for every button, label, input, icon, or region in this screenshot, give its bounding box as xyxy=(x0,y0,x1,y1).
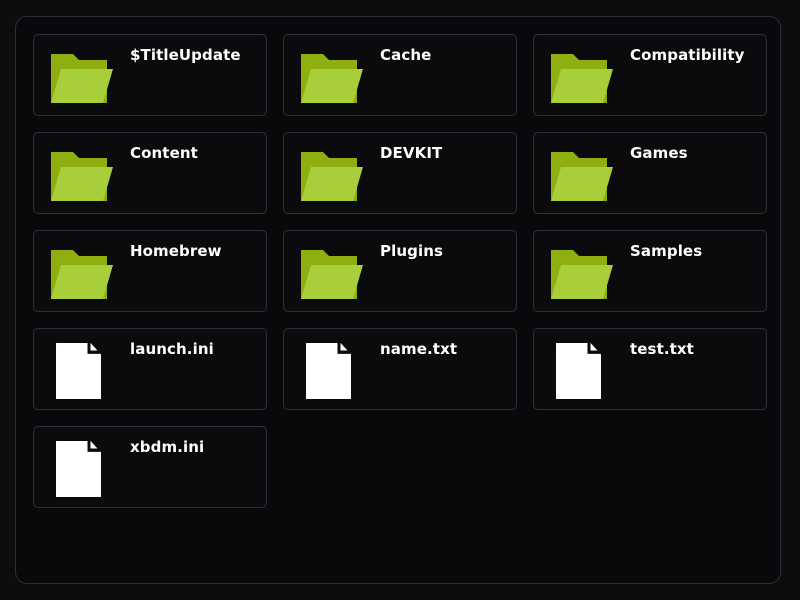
item-name: xbdm.ini xyxy=(130,438,205,456)
item-name: $TitleUpdate xyxy=(130,46,241,64)
file-tile[interactable]: test.txt xyxy=(533,328,767,410)
folder-icon xyxy=(299,245,365,301)
folder-tile[interactable]: Content xyxy=(33,132,267,214)
folder-tile[interactable]: Plugins xyxy=(283,230,517,312)
folder-tile[interactable]: Cache xyxy=(283,34,517,116)
item-name: Homebrew xyxy=(130,242,222,260)
item-name: Cache xyxy=(380,46,432,64)
item-name: Samples xyxy=(630,242,703,260)
file-icon xyxy=(49,434,115,503)
folder-tile[interactable]: DEVKIT xyxy=(283,132,517,214)
folder-icon xyxy=(299,147,365,203)
folder-icon xyxy=(549,245,615,301)
folder-tile[interactable]: Samples xyxy=(533,230,767,312)
item-name: DEVKIT xyxy=(380,144,443,162)
folder-icon xyxy=(549,49,615,105)
file-tile[interactable]: name.txt xyxy=(283,328,517,410)
item-name: Compatibility xyxy=(630,46,745,64)
folder-icon xyxy=(49,147,115,203)
item-name: Games xyxy=(630,144,688,162)
item-name: test.txt xyxy=(630,340,694,358)
folder-tile[interactable]: $TitleUpdate xyxy=(33,34,267,116)
file-icon xyxy=(549,336,615,405)
file-grid: $TitleUpdate Cache Compatibility Content… xyxy=(33,34,767,508)
file-browser-panel: $TitleUpdate Cache Compatibility Content… xyxy=(15,16,781,584)
folder-icon xyxy=(49,49,115,105)
item-name: Content xyxy=(130,144,198,162)
file-icon xyxy=(49,336,115,405)
file-icon xyxy=(299,336,365,405)
folder-tile[interactable]: Games xyxy=(533,132,767,214)
folder-icon xyxy=(549,147,615,203)
item-name: name.txt xyxy=(380,340,458,358)
folder-icon xyxy=(49,245,115,301)
folder-icon xyxy=(299,49,365,105)
folder-tile[interactable]: Homebrew xyxy=(33,230,267,312)
item-name: launch.ini xyxy=(130,340,214,358)
file-tile[interactable]: xbdm.ini xyxy=(33,426,267,508)
folder-tile[interactable]: Compatibility xyxy=(533,34,767,116)
item-name: Plugins xyxy=(380,242,443,260)
file-tile[interactable]: launch.ini xyxy=(33,328,267,410)
